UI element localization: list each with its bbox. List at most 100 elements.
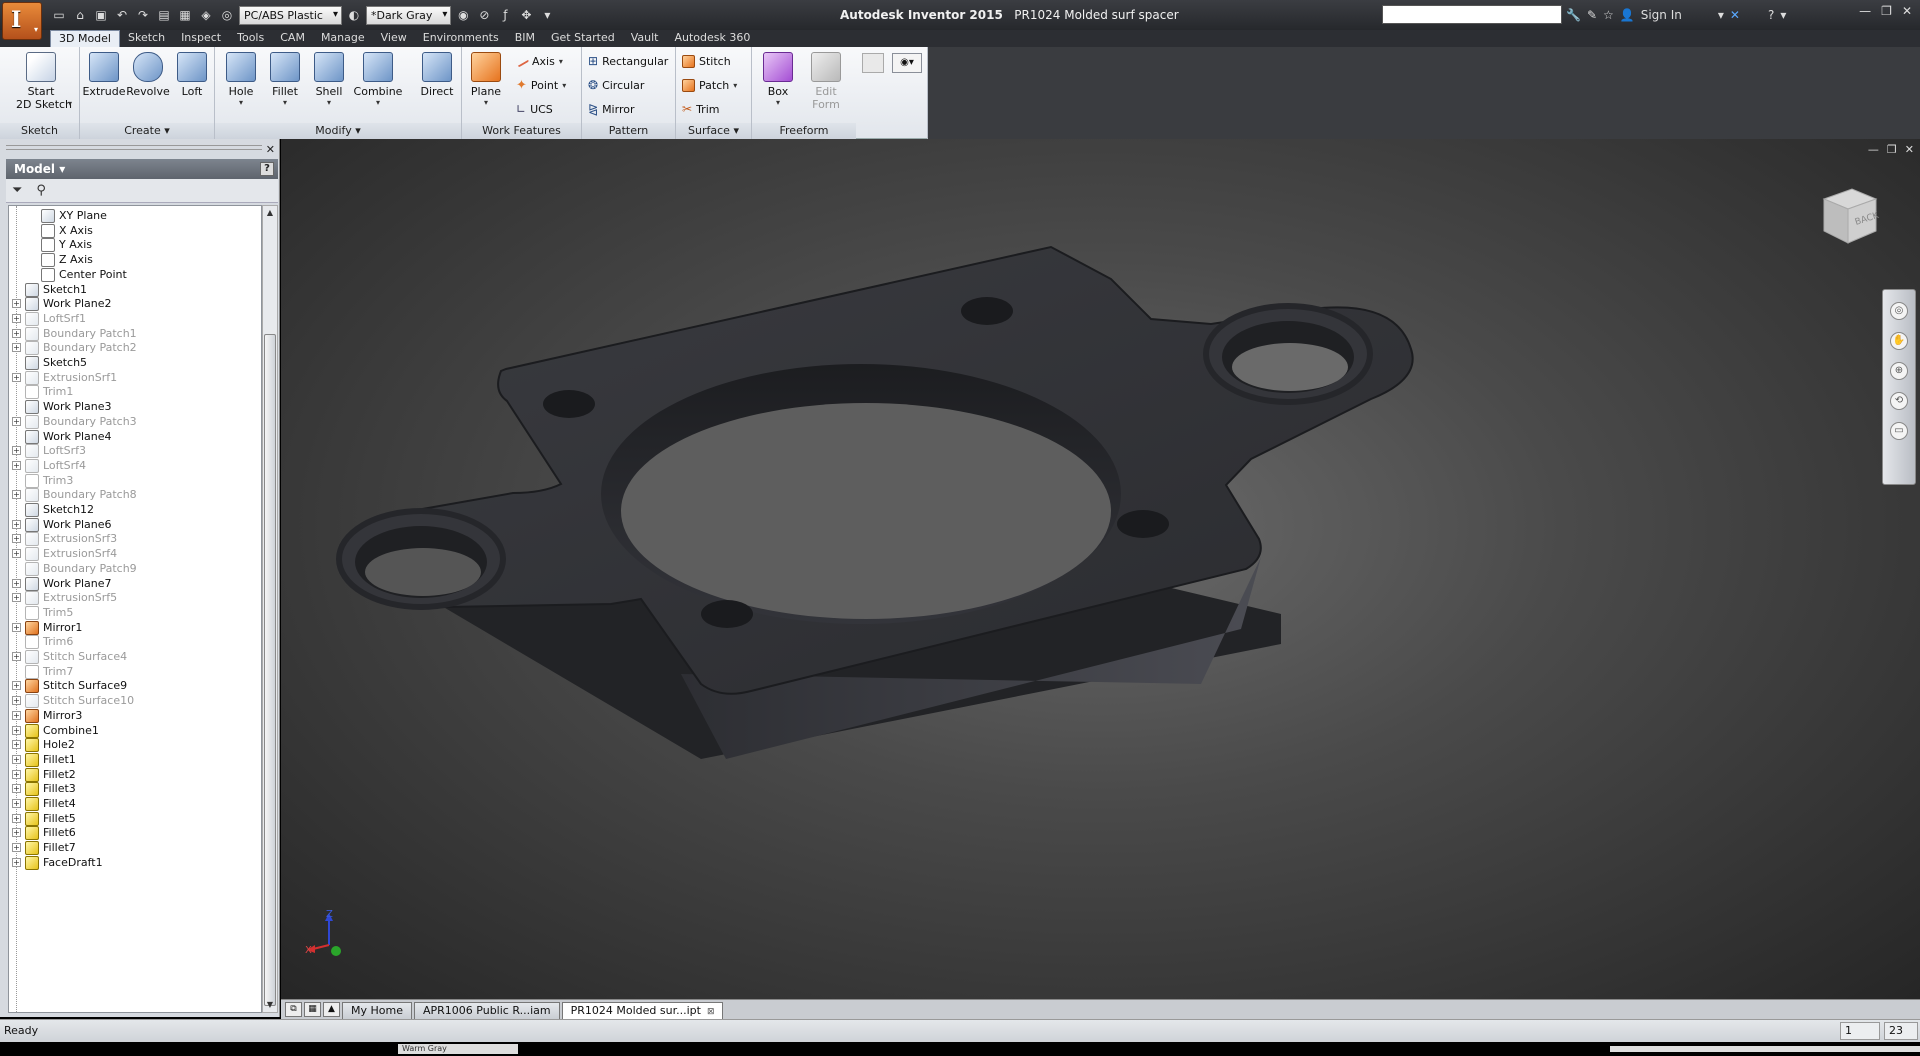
tab-manage[interactable]: Manage [313, 30, 373, 47]
tab-vault[interactable]: Vault [623, 30, 667, 47]
combine-button[interactable]: Combine ▾ [353, 50, 403, 120]
expand-icon[interactable]: + [12, 857, 21, 867]
new-file-icon[interactable]: ▭ [50, 6, 68, 24]
expand-icon[interactable]: + [12, 754, 21, 764]
expand-icon[interactable]: + [12, 549, 21, 559]
help-search-input[interactable] [1382, 5, 1562, 24]
update-icon[interactable]: ◈ [197, 6, 215, 24]
browser-header[interactable]: Model ▾? [6, 159, 278, 179]
expand-icon[interactable]: + [12, 740, 21, 750]
rectangular-pattern-button[interactable]: ⊞ Rectangular [588, 51, 668, 71]
loft-button[interactable]: Loft [170, 50, 214, 120]
point-button[interactable]: ✦ Point ▾ [516, 75, 566, 95]
tab-inspect[interactable]: Inspect [173, 30, 229, 47]
expand-icon[interactable]: + [12, 328, 21, 338]
tab-3d-model[interactable]: 3D Model [50, 30, 120, 47]
favorites-star-icon[interactable]: ☆ [1603, 8, 1614, 22]
shell-button[interactable]: Shell ▾ [307, 50, 351, 120]
print-icon[interactable]: ▤ [155, 6, 173, 24]
chevron-down-icon[interactable]: ▾ [68, 99, 72, 108]
expand-icon[interactable]: + [12, 799, 21, 808]
help-icon[interactable]: ? [1768, 8, 1774, 22]
expand-icon[interactable]: + [12, 372, 21, 382]
expand-icon[interactable]: + [12, 490, 21, 500]
parameters-icon[interactable]: ƒ [496, 6, 514, 24]
move-icon[interactable]: ✥ [517, 6, 535, 24]
tab-cam[interactable]: CAM [272, 30, 313, 47]
expand-icon[interactable]: + [12, 784, 21, 794]
adjust-icon[interactable]: ◉ [454, 6, 472, 24]
tab-environments[interactable]: Environments [415, 30, 507, 47]
trim-button[interactable]: ✂ Trim [682, 99, 719, 119]
freeform-box-button[interactable]: Box ▾ [756, 50, 800, 120]
expand-icon[interactable]: + [12, 299, 21, 309]
expand-icon[interactable]: + [12, 534, 21, 544]
document-tab[interactable]: PR1024 Molded sur...ipt ⊠ [561, 1002, 724, 1019]
cascade-windows-icon[interactable]: ⧉ [285, 1002, 302, 1017]
minimize-icon[interactable]: — [1859, 4, 1871, 18]
save-icon[interactable]: ▣ [92, 6, 110, 24]
find-binoculars-icon[interactable]: ⚲ [36, 183, 46, 198]
application-menu-button[interactable]: I ▾ [2, 2, 42, 40]
document-tab[interactable]: My Home [342, 1002, 412, 1019]
wrench-icon[interactable]: 🔧 [1566, 8, 1581, 22]
axis-button[interactable]: Axis ▾ [514, 51, 563, 71]
sign-in-dropdown-icon[interactable]: ▾ [1718, 8, 1724, 22]
help-icon[interactable]: ? [260, 162, 274, 176]
direct-button[interactable]: Direct [415, 50, 459, 120]
revolve-button[interactable]: Revolve [126, 50, 170, 120]
redo-icon[interactable]: ↷ [134, 6, 152, 24]
expand-icon[interactable]: + [12, 828, 21, 838]
expand-icon[interactable]: + [12, 696, 21, 706]
viewcube[interactable]: BACK [1816, 183, 1882, 249]
tab-get-started[interactable]: Get Started [543, 30, 623, 47]
expand-icon[interactable]: + [12, 593, 21, 603]
orbit-icon[interactable]: ⟲ [1890, 392, 1908, 410]
customize-qat-icon[interactable]: ▾ [538, 6, 556, 24]
restore-icon[interactable]: ❐ [1887, 143, 1897, 156]
clear-icon[interactable]: ⊘ [475, 6, 493, 24]
fillet-button[interactable]: Fillet ▾ [263, 50, 307, 120]
hole-button[interactable]: Hole ▾ [219, 50, 263, 120]
close-icon[interactable]: ✕ [266, 143, 275, 156]
appearance-dropdown[interactable]: *Dark Gray [365, 5, 452, 25]
start-2d-sketch-button[interactable]: Start 2D Sketch [16, 50, 72, 120]
panel-label-surface[interactable]: Surface ▾ [676, 123, 751, 139]
open-file-icon[interactable]: ⌂ [71, 6, 89, 24]
expand-icon[interactable]: + [12, 313, 21, 323]
tab-sketch[interactable]: Sketch [120, 30, 173, 47]
expand-icon[interactable]: + [12, 725, 21, 735]
connect-icon[interactable]: ✎ [1587, 8, 1597, 22]
close-tab-icon[interactable]: ⊠ [707, 1007, 715, 1017]
tab-tools[interactable]: Tools [229, 30, 272, 47]
expand-icon[interactable]: + [12, 343, 21, 353]
undo-icon[interactable]: ↶ [113, 6, 131, 24]
expand-icon[interactable]: + [12, 813, 21, 823]
expand-icon[interactable]: + [12, 843, 21, 853]
tab-autodesk-360[interactable]: Autodesk 360 [667, 30, 759, 47]
tree-scrollbar[interactable]: ▲ ▼ [262, 205, 278, 1013]
patch-button[interactable]: Patch ▾ [682, 75, 737, 95]
circular-pattern-button[interactable]: ❂ Circular [588, 75, 644, 95]
browser-grip[interactable] [6, 145, 262, 150]
tab-bim[interactable]: BIM [507, 30, 543, 47]
scroll-up-icon[interactable]: ▲ [264, 207, 276, 219]
stitch-button[interactable]: Stitch [682, 51, 731, 71]
panel-label-create[interactable]: Create ▾ [80, 123, 214, 139]
close-icon[interactable]: ✕ [1905, 143, 1914, 156]
expand-icon[interactable]: + [12, 652, 21, 661]
zoom-icon[interactable]: ⊕ [1890, 362, 1908, 380]
ribbon-options-icon[interactable]: ◉▾ [892, 53, 922, 73]
mirror-button[interactable]: ⧎ Mirror [588, 99, 634, 119]
expand-icon[interactable]: + [12, 578, 21, 588]
expand-icon[interactable]: + [12, 446, 21, 456]
expand-icon[interactable]: + [12, 681, 21, 691]
ucs-button[interactable]: ∟ UCS [516, 99, 553, 119]
close-icon[interactable]: ✕ [1902, 4, 1912, 18]
minimize-icon[interactable]: — [1868, 143, 1879, 156]
expand-icon[interactable]: + [12, 460, 21, 470]
material-dropdown[interactable]: PC/ABS Plastic [239, 5, 342, 25]
graphics-viewport[interactable]: — ❐ ✕ BACK ◎ ✋ ⊕ ⟲ ▭ Z X [281, 139, 1920, 999]
freeform-extra-icon[interactable] [862, 53, 884, 73]
panel-label-modify[interactable]: Modify ▾ [215, 123, 461, 139]
